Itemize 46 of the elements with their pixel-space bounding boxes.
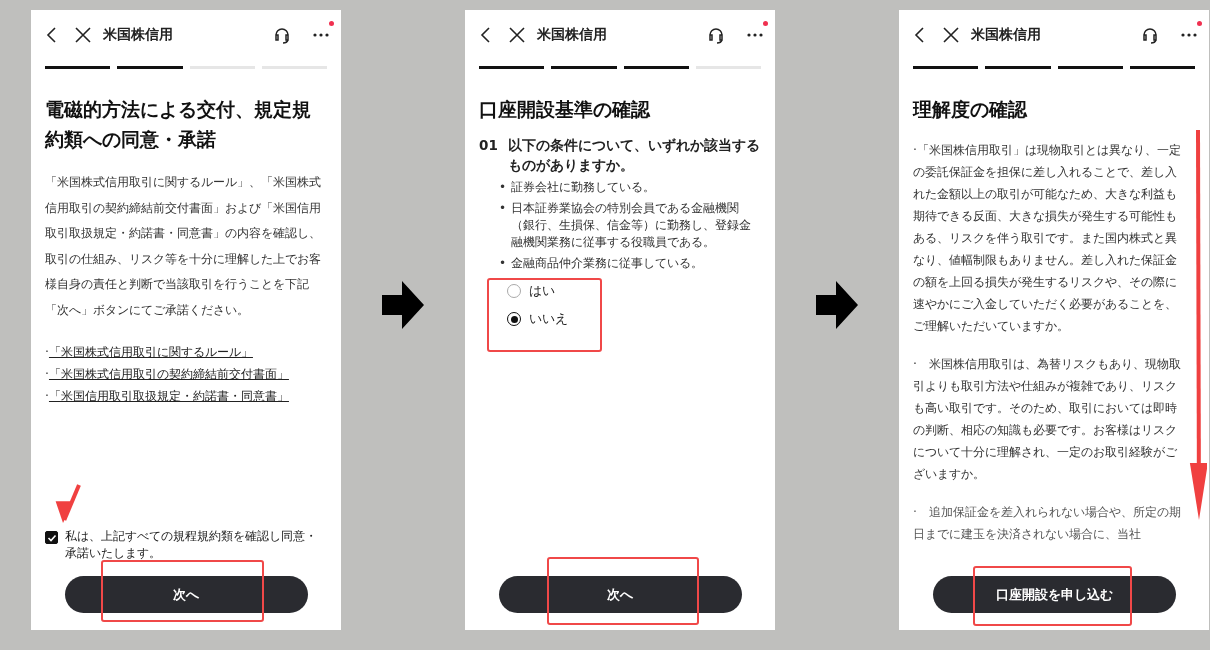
- more-icon[interactable]: [1181, 33, 1197, 37]
- bullet: •: [499, 200, 507, 217]
- document-link[interactable]: 「米国信用取引取扱規定・約諾書・同意書」: [48, 386, 289, 406]
- checkbox[interactable]: [45, 531, 58, 544]
- screen-title: 米国株信用: [103, 26, 173, 44]
- bullet: •: [499, 179, 507, 196]
- screen-title: 米国株信用: [971, 26, 1041, 44]
- condition-text: 日本証券業協会の特別会員である金融機関（銀行、生損保、信金等）に勤務し、登録金融機関業務に従事する役職員である。: [511, 200, 753, 251]
- close-icon[interactable]: [75, 27, 91, 43]
- headset-icon[interactable]: [707, 26, 725, 44]
- bullet: ·: [45, 387, 49, 405]
- paragraph: ·「米国株信用取引」は現物取引とは異なり、一定の委託保証金を担保に差し入れることで、差し入れた金額以上の取引が可能なため、大きな利益も期待できる反面、大きな損失が発生する可能性もある、リスクを伴う取引です。また国内株式と異なり、値幅制限もありません。差し入れた保証金の額を上回る損失が発生するリスクや、その際に速やかにご入金していただく必要があることを、ご理解いただいていますか。: [913, 141, 1182, 335]
- close-icon[interactable]: [943, 27, 959, 43]
- bullet: •: [499, 255, 507, 272]
- page-heading: 理解度の確認: [913, 98, 1029, 122]
- paragraph: · 追加保証金を差入れられない場合や、所定の期日までに建玉を決済されない場合に、当社: [913, 503, 1182, 543]
- back-icon[interactable]: [45, 26, 57, 44]
- right-arrow-icon: [816, 281, 858, 329]
- primary-button[interactable]: 次へ: [64, 576, 308, 613]
- agreement-label: 私は、上記すべての規程規約類を確認し同意・承諾いたします。: [65, 528, 318, 562]
- right-arrow-icon: [382, 281, 424, 329]
- close-icon[interactable]: [509, 27, 525, 43]
- question-number: 01: [479, 136, 498, 155]
- headset-icon[interactable]: [1141, 26, 1159, 44]
- consent-text: 「米国株式信用取引に関するルール」、「米国株式信用取引の契約締結前交付書面」および「米国信用取引取扱規定・約諾書・同意書」の内容を確認し、取引の仕組み、リスク等を十分に理解した上でお客様自身の責任と判断で当該取引を行うことを下記「次へ」ボタンにてご承諾ください。: [45, 173, 322, 319]
- more-icon[interactable]: [313, 33, 329, 37]
- screen-title: 米国株信用: [537, 26, 607, 44]
- primary-button[interactable]: 次へ: [498, 576, 742, 613]
- condition-text: 金融商品仲介業務に従事している。: [511, 255, 704, 272]
- bullet: ·: [45, 343, 49, 361]
- paragraph: · 米国株信用取引は、為替リスクもあり、現物取引よりも取引方法や仕組みが複雑であり、リスクも高い取引です。そのため、取引においては即時の判断、相応の知識も必要です。お客様はリスクについて十分に理解され、一定のお取引経験がございますか。: [913, 355, 1182, 483]
- bullet: ·: [45, 365, 49, 383]
- back-icon[interactable]: [913, 26, 925, 44]
- more-icon[interactable]: [747, 33, 763, 37]
- question-text: 以下の条件について、いずれか該当するものがありますか。: [507, 136, 761, 175]
- primary-button[interactable]: 口座開設を申し込む: [932, 576, 1176, 613]
- page-heading: 口座開設基準の確認: [479, 98, 652, 122]
- document-link[interactable]: 「米国株式信用取引の契約締結前交付書面」: [48, 364, 289, 384]
- condition-text: 証券会社に勤務している。: [511, 179, 656, 196]
- headset-icon[interactable]: [273, 26, 291, 44]
- document-link[interactable]: 「米国株式信用取引に関するルール」: [48, 342, 253, 362]
- page-heading: 電磁的方法による交付、規定規約類への同意・承諾: [45, 98, 312, 152]
- back-icon[interactable]: [479, 26, 491, 44]
- radio-option[interactable]: いいえ: [507, 308, 761, 330]
- radio-option[interactable]: はい: [507, 280, 761, 302]
- annotation-arrow: [55, 484, 81, 523]
